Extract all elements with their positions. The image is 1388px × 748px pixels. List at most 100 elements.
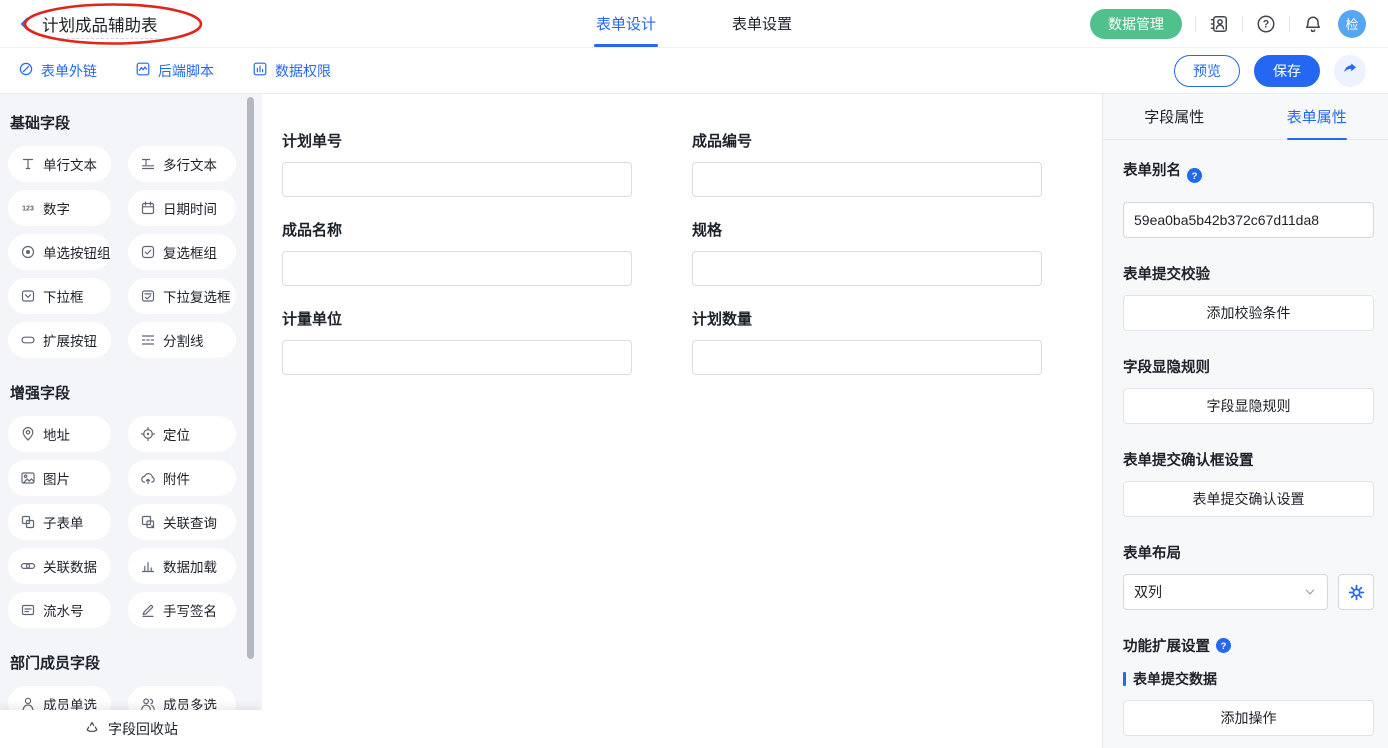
share-button[interactable] [1334,55,1366,87]
field-subform[interactable]: 子表单 [8,504,111,540]
field-linked-data[interactable]: 关联数据 [8,548,111,584]
form-field-unit[interactable]: 计量单位 [282,308,632,375]
field-number[interactable]: 123 数字 [8,190,111,226]
form-external-link[interactable]: 表单外链 [18,61,97,81]
field-item-label: 多行文本 [163,154,217,174]
data-manage-button[interactable]: 数据管理 [1090,9,1182,39]
tab-field-properties-label: 字段属性 [1144,106,1204,127]
field-item-label: 下拉框 [43,286,84,306]
properties-tabs: 字段属性 表单属性 [1103,94,1388,140]
save-button[interactable]: 保存 [1254,55,1320,87]
field-attachment[interactable]: 附件 [128,460,236,496]
tab-form-settings[interactable]: 表单设置 [732,0,792,47]
form-external-link-label: 表单外链 [41,61,97,81]
field-label: 成品编号 [692,130,1042,151]
section-title-member-fields: 部门成员字段 [10,652,254,673]
data-permission-label: 数据权限 [275,61,331,81]
form-field-product-name[interactable]: 成品名称 [282,219,632,286]
linked-query-icon [140,514,156,530]
help-icon[interactable]: ? [1256,14,1276,34]
field-item-label: 关联查询 [163,512,217,532]
field-multi-line-text[interactable]: 多行文本 [128,146,236,182]
form-field-plan-order-no[interactable]: 计划单号 [282,130,632,197]
question-icon[interactable]: ? [1216,638,1231,653]
layout-select[interactable]: 双列 [1123,574,1328,610]
sidebar-scrollbar[interactable] [247,97,254,659]
plan-order-no-input[interactable] [282,162,632,197]
divider [1195,16,1196,32]
section-title-enhanced-fields: 增强字段 [10,382,254,403]
form-field-spec[interactable]: 规格 [692,219,1042,286]
field-visibility-group: 字段显隐规则 字段显隐规则 [1123,356,1374,424]
field-select[interactable]: 下拉框 [8,278,111,314]
field-item-label: 日期时间 [163,198,217,218]
plan-qty-input[interactable] [692,340,1042,375]
form-canvas[interactable]: 计划单号 成品编号 成品名称 规格 计量单位 计划数量 [262,94,1102,748]
submit-confirm-settings-button[interactable]: 表单提交确认设置 [1123,481,1374,517]
field-item-label: 定位 [163,424,190,444]
single-text-icon [20,156,36,172]
field-palette-scroll: 基础字段 单行文本 多行文本 123 数字 日期时间 [0,94,262,748]
field-signature[interactable]: 手写签名 [128,592,236,628]
field-divider-line[interactable]: 分割线 [128,322,236,358]
field-datetime[interactable]: 日期时间 [128,190,236,226]
product-code-input[interactable] [692,162,1042,197]
tab-field-properties[interactable]: 字段属性 [1103,94,1246,139]
form-field-product-code[interactable]: 成品编号 [692,130,1042,197]
field-data-load[interactable]: 数据加载 [128,548,236,584]
properties-panel: 字段属性 表单属性 表单别名 ? 表单提交校验 添加校验条件 字段显隐规则 [1102,94,1388,748]
svg-text:?: ? [1192,170,1198,181]
spec-input[interactable] [692,251,1042,286]
tab-form-properties[interactable]: 表单属性 [1246,94,1388,139]
field-radio-group[interactable]: 单选按钮组 [8,234,111,270]
field-item-label: 流水号 [43,600,84,620]
backend-script-link[interactable]: 后端脚本 [135,61,214,81]
checkbox-icon [140,244,156,260]
header-tabs: 表单设计 表单设置 [596,0,792,47]
form-field-plan-qty[interactable]: 计划数量 [692,308,1042,375]
contacts-icon[interactable] [1209,14,1229,34]
avatar[interactable]: 检 [1338,10,1366,38]
form-layout-label: 表单布局 [1123,542,1374,563]
tab-form-design-label: 表单设计 [596,13,656,34]
field-recycle-bin[interactable]: 字段回收站 [0,710,262,748]
tab-form-design[interactable]: 表单设计 [596,0,656,47]
form-alias-input[interactable] [1123,202,1374,238]
title-wrap: 计划成品辅助表 [42,12,158,36]
add-submit-action-button[interactable]: 添加操作 [1123,700,1374,736]
preview-button[interactable]: 预览 [1174,55,1240,87]
tab-form-settings-label: 表单设置 [732,13,792,34]
header-right: 数据管理 ? 检 [1090,9,1388,39]
radio-icon [20,244,36,260]
field-item-label: 附件 [163,468,190,488]
field-visibility-rules-button[interactable]: 字段显隐规则 [1123,388,1374,424]
field-item-label: 单行文本 [43,154,97,174]
app-header: 计划成品辅助表 表单设计 表单设置 数据管理 ? 检 [0,0,1388,48]
page-title[interactable]: 计划成品辅助表 [42,17,158,39]
field-extend-button[interactable]: 扩展按钮 [8,322,111,358]
product-name-input[interactable] [282,251,632,286]
toolbar-right: 预览 保存 [1174,55,1366,87]
question-icon[interactable]: ? [1187,168,1202,183]
chevron-down-icon [1303,585,1317,599]
back-icon[interactable] [16,15,34,33]
field-address[interactable]: 地址 [8,416,111,452]
layout-gear-button[interactable] [1338,574,1374,610]
data-permission-link[interactable]: 数据权限 [252,61,331,81]
field-linked-query[interactable]: 关联查询 [128,504,236,540]
field-item-label: 关联数据 [43,556,97,576]
field-multi-select[interactable]: 下拉复选框 [128,278,236,314]
field-image[interactable]: 图片 [8,460,111,496]
field-item-label: 图片 [43,468,70,488]
field-location[interactable]: 定位 [128,416,236,452]
field-item-label: 手写签名 [163,600,217,620]
add-validation-condition-button[interactable]: 添加校验条件 [1123,295,1374,331]
enhanced-fields-grid: 地址 定位 图片 附件 子表单 [8,416,254,628]
header-left: 计划成品辅助表 [0,12,158,36]
bell-icon[interactable] [1303,14,1323,34]
field-serial-number[interactable]: 流水号 [8,592,111,628]
field-item-label: 数据加载 [163,556,217,576]
unit-input[interactable] [282,340,632,375]
field-checkbox-group[interactable]: 复选框组 [128,234,236,270]
field-single-line-text[interactable]: 单行文本 [8,146,111,182]
